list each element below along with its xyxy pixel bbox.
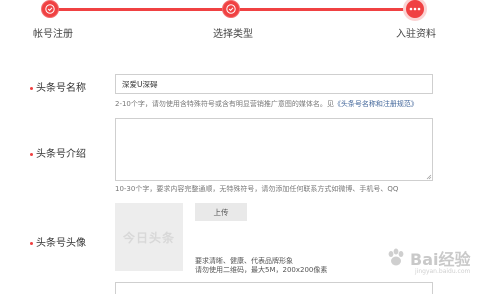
next-field-input[interactable] <box>115 282 433 294</box>
upload-button[interactable]: 上传 <box>195 203 247 221</box>
intro-hint: 10-30个字，要求内容完整通顺，无特殊符号，请勿添加任何联系方式如微博、手机号… <box>115 185 399 193</box>
avatar-placeholder: 今日头条 <box>115 203 183 271</box>
avatar-requirement-2: 请勿使用二维码，最大5M，200x200像素 <box>195 266 328 274</box>
check-icon <box>226 4 236 14</box>
required-dot-icon <box>30 241 33 245</box>
watermark-text: Bai经验 <box>410 250 471 269</box>
step-1-label: 帐号注册 <box>33 29 73 40</box>
step-3-current-circle <box>403 0 427 21</box>
name-input[interactable] <box>115 74 433 94</box>
step-3-label: 入驻资料 <box>396 29 436 40</box>
step-2-label: 选择类型 <box>213 29 253 40</box>
check-icon <box>45 4 55 14</box>
step-1-check-circle <box>41 0 59 18</box>
ellipsis-icon <box>409 7 421 11</box>
step-2-check-circle <box>222 0 240 18</box>
watermark-url: jingyan.baidu.com <box>415 268 471 275</box>
intro-textarea[interactable] <box>115 118 433 181</box>
naming-rules-link[interactable]: 《头条号名称和注册规范》 <box>334 100 418 108</box>
required-dot-icon <box>30 152 33 156</box>
name-hint: 2-10个字，请勿使用含特殊符号或含有明显营销推广意图的媒体名。见《头条号名称和… <box>115 100 418 108</box>
baidu-watermark: Bai经验 jingyan.baidu.com <box>385 238 493 278</box>
paw-icon <box>388 248 404 266</box>
resize-grip-icon[interactable] <box>426 174 432 180</box>
avatar-label: 头条号头像 <box>30 234 86 249</box>
name-label: 头条号名称 <box>30 79 86 94</box>
intro-label: 头条号介绍 <box>30 145 86 160</box>
required-dot-icon <box>30 86 33 90</box>
avatar-placeholder-text: 今日头条 <box>122 230 175 245</box>
